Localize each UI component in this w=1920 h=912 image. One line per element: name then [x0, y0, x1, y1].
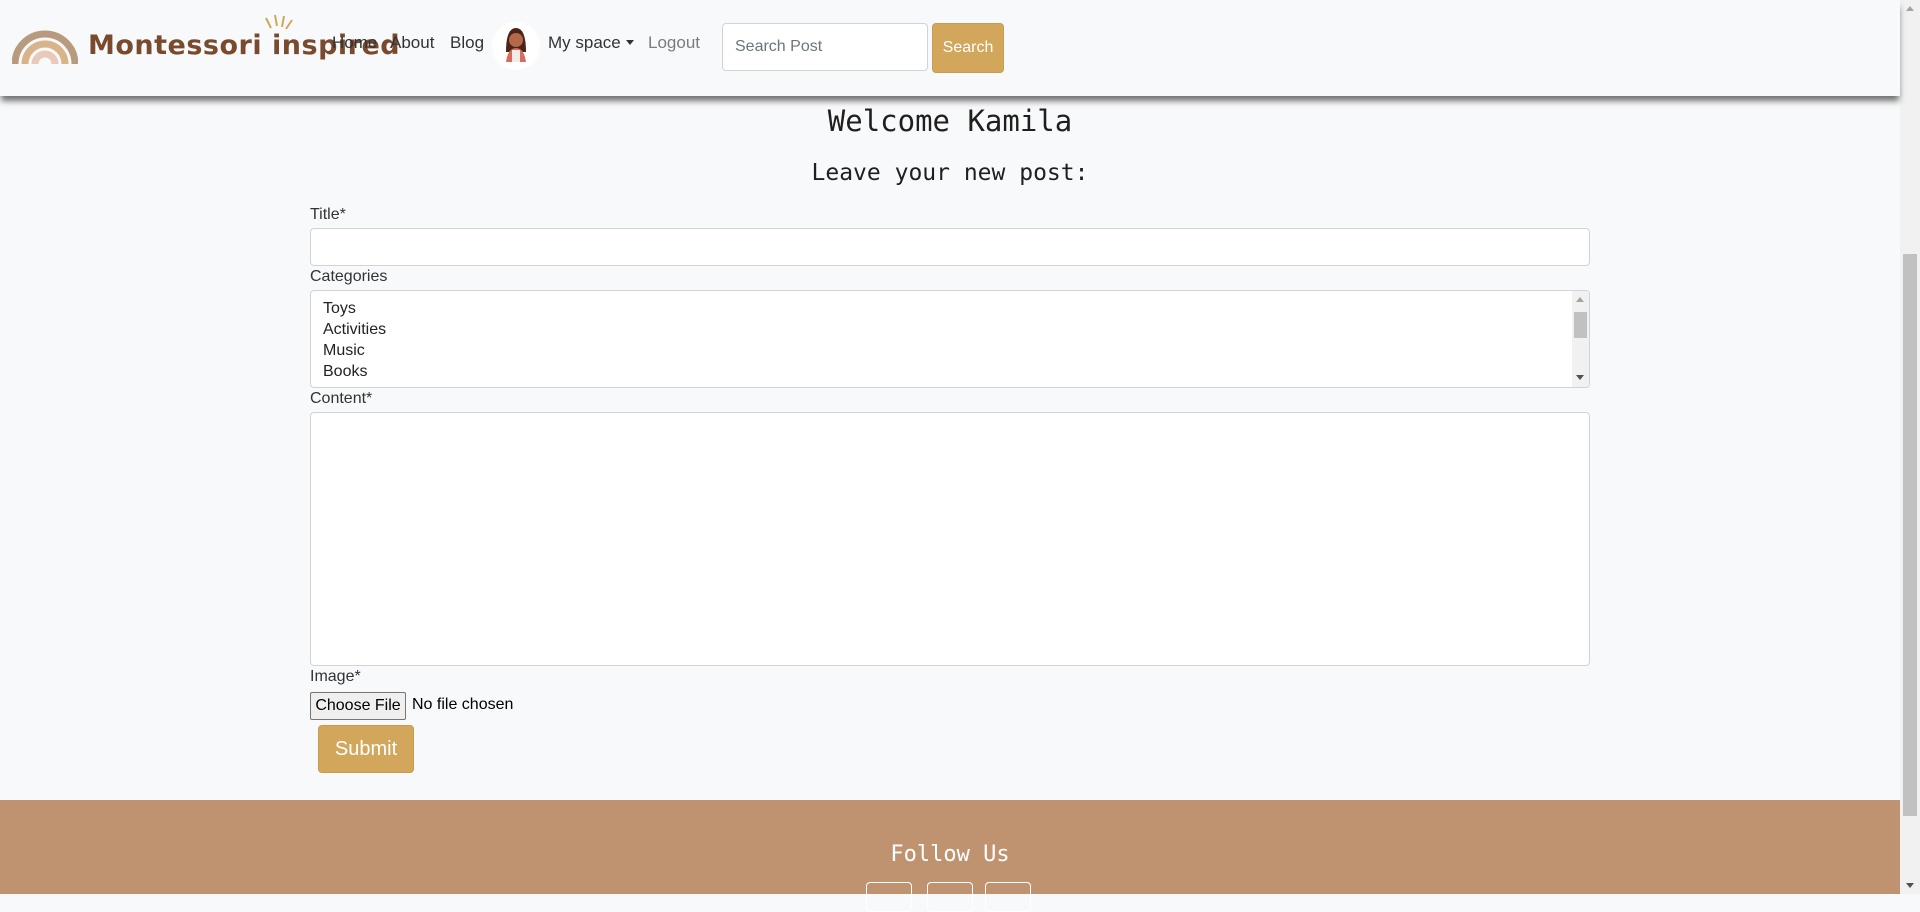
content-textarea[interactable] [310, 412, 1590, 666]
footer: Follow Us [0, 800, 1900, 912]
chevron-down-icon [625, 40, 634, 45]
search-button[interactable]: Search [932, 23, 1004, 73]
scroll-down-arrow-icon[interactable] [1576, 375, 1584, 380]
submit-button[interactable]: Submit [318, 725, 414, 773]
nav-logout-link[interactable]: Logout [648, 33, 700, 53]
welcome-heading: Welcome Kamila [827, 104, 1073, 138]
page-scroll-up-arrow-icon[interactable] [1906, 6, 1914, 11]
nav-my-space-dropdown[interactable]: My space [548, 33, 634, 53]
categories-scrollbar[interactable] [1572, 291, 1589, 387]
new-post-subtitle: Leave your new post: [811, 160, 1089, 186]
nav-about-link[interactable]: About [390, 33, 434, 53]
file-status-text: No file chosen [412, 696, 514, 713]
user-avatar-icon [506, 28, 526, 62]
categories-select[interactable]: Toys Activities Music Books [310, 290, 1590, 388]
category-option[interactable]: Toys [323, 300, 356, 318]
image-label: Image* [310, 668, 361, 685]
page-scrollbar-thumb[interactable] [1903, 254, 1917, 816]
nav-home-link[interactable]: Home [332, 33, 377, 53]
content-label: Content* [310, 390, 373, 407]
user-avatar[interactable] [492, 22, 540, 70]
social-icon-1[interactable] [866, 882, 912, 912]
category-option[interactable]: Books [323, 363, 367, 381]
category-option[interactable]: Activities [323, 321, 386, 339]
categories-label: Categories [310, 268, 388, 285]
scroll-up-arrow-icon[interactable] [1576, 297, 1584, 302]
navbar: Montessori inspired Home About Blog My s… [0, 0, 1900, 96]
rainbow-logo-icon [12, 30, 78, 65]
my-space-label: My space [548, 33, 621, 52]
title-label: Title* [310, 206, 346, 223]
page-scroll-down-arrow-icon[interactable] [1906, 883, 1914, 888]
brand-logo[interactable]: Montessori inspired [12, 14, 400, 66]
social-icon-2[interactable] [927, 882, 973, 912]
page-scrollbar[interactable] [1900, 0, 1920, 894]
choose-file-button[interactable]: Choose File [310, 692, 406, 720]
category-option[interactable]: Music [323, 342, 365, 360]
nav-blog-link[interactable]: Blog [450, 33, 484, 53]
title-input[interactable] [310, 228, 1590, 266]
follow-us-heading: Follow Us [890, 842, 1010, 867]
search-input[interactable] [722, 23, 928, 71]
scrollbar-thumb[interactable] [1574, 312, 1587, 338]
social-icon-3[interactable] [985, 882, 1031, 912]
